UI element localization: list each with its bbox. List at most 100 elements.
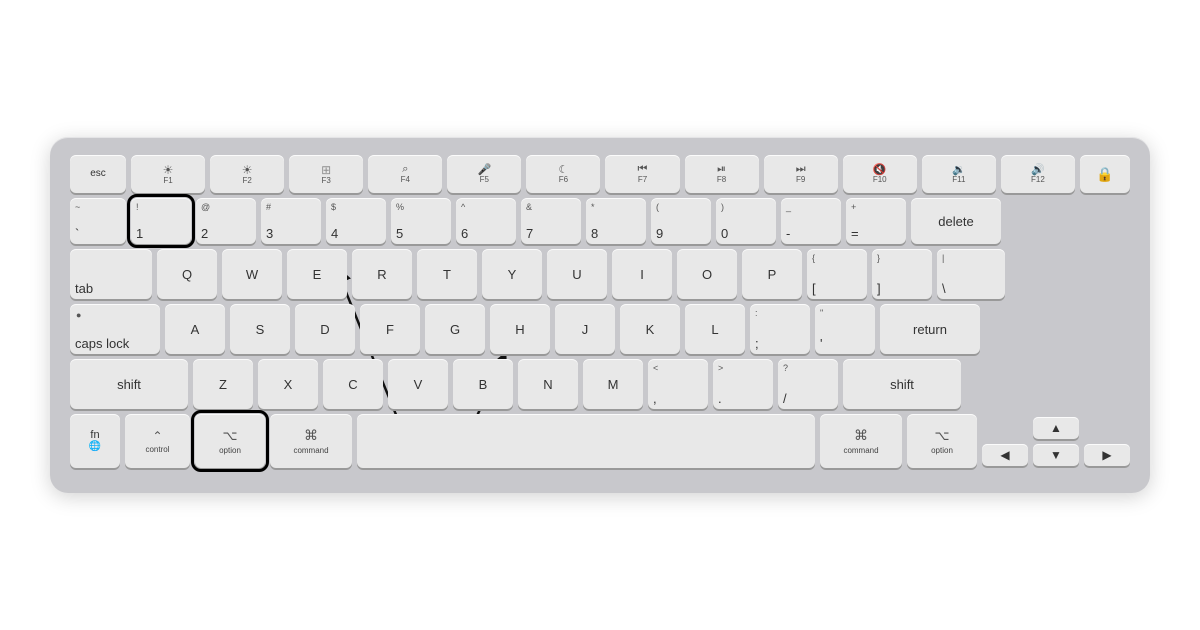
key-l[interactable]: L bbox=[685, 304, 745, 354]
key-j[interactable]: J bbox=[555, 304, 615, 354]
key-f4-label: F4 bbox=[401, 176, 410, 184]
key-lbracket[interactable]: { [ bbox=[807, 249, 867, 299]
key-fn[interactable]: fn 🌐 bbox=[70, 414, 120, 468]
key-delete[interactable]: delete bbox=[911, 198, 1001, 244]
key-f6[interactable]: ☾ F6 bbox=[526, 155, 600, 193]
key-slash[interactable]: ? / bbox=[778, 359, 838, 409]
key-p[interactable]: P bbox=[742, 249, 802, 299]
key-period[interactable]: > . bbox=[713, 359, 773, 409]
key-f10[interactable]: 🔇 F10 bbox=[843, 155, 917, 193]
key-rbracket-main: ] bbox=[877, 282, 881, 295]
key-f8[interactable]: ⏯ F8 bbox=[685, 155, 759, 193]
key-c[interactable]: C bbox=[323, 359, 383, 409]
key-d[interactable]: D bbox=[295, 304, 355, 354]
key-w[interactable]: W bbox=[222, 249, 282, 299]
key-minus[interactable]: _ - bbox=[781, 198, 841, 244]
key-k-label: K bbox=[646, 323, 655, 336]
key-q[interactable]: Q bbox=[157, 249, 217, 299]
key-tab[interactable]: tab bbox=[70, 249, 152, 299]
key-k[interactable]: K bbox=[620, 304, 680, 354]
key-a[interactable]: A bbox=[165, 304, 225, 354]
key-rbracket-top: } bbox=[877, 253, 880, 263]
key-2[interactable]: @ 2 bbox=[196, 198, 256, 244]
key-4[interactable]: $ 4 bbox=[326, 198, 386, 244]
key-8[interactable]: * 8 bbox=[586, 198, 646, 244]
key-arrow-right[interactable]: ▶ bbox=[1084, 444, 1130, 466]
key-h[interactable]: H bbox=[490, 304, 550, 354]
key-shift-left[interactable]: shift bbox=[70, 359, 188, 409]
key-f2[interactable]: ☀ F2 bbox=[210, 155, 284, 193]
key-h-label: H bbox=[515, 323, 524, 336]
key-5-top: % bbox=[396, 202, 404, 212]
key-7[interactable]: & 7 bbox=[521, 198, 581, 244]
key-spacebar[interactable] bbox=[357, 414, 815, 468]
key-1[interactable]: ! 1 bbox=[131, 198, 191, 244]
key-equals[interactable]: + = bbox=[846, 198, 906, 244]
key-semicolon[interactable]: : ; bbox=[750, 304, 810, 354]
key-delete-label: delete bbox=[938, 215, 973, 228]
key-shift-right[interactable]: shift bbox=[843, 359, 961, 409]
key-f4[interactable]: ⌕ F4 bbox=[368, 155, 442, 193]
key-option-right[interactable]: ⌥ option bbox=[907, 414, 977, 468]
key-command-right-icon: ⌘ bbox=[854, 427, 868, 444]
key-u-label: U bbox=[572, 268, 581, 281]
key-y[interactable]: Y bbox=[482, 249, 542, 299]
key-lock[interactable]: 🔒 bbox=[1080, 155, 1130, 193]
key-f[interactable]: F bbox=[360, 304, 420, 354]
key-period-main: . bbox=[718, 392, 722, 405]
key-3[interactable]: # 3 bbox=[261, 198, 321, 244]
key-i[interactable]: I bbox=[612, 249, 672, 299]
key-esc-label: esc bbox=[90, 169, 106, 179]
key-9[interactable]: ( 9 bbox=[651, 198, 711, 244]
key-comma[interactable]: < , bbox=[648, 359, 708, 409]
key-rbracket[interactable]: } ] bbox=[872, 249, 932, 299]
key-option-left[interactable]: ⌥ option bbox=[195, 414, 265, 468]
key-r-label: R bbox=[377, 268, 386, 281]
key-b[interactable]: B bbox=[453, 359, 513, 409]
key-m[interactable]: M bbox=[583, 359, 643, 409]
key-f8-label: F8 bbox=[717, 176, 726, 184]
key-f12-label: F12 bbox=[1031, 176, 1045, 184]
key-shift-right-label: shift bbox=[890, 378, 914, 391]
key-tilde-top: ~ bbox=[75, 202, 80, 212]
fn-row: esc ☀ F1 ☀ F2 ⊞ F3 ⌕ F4 🎤 F5 ☾ F6 ⏮ F7 bbox=[70, 155, 1130, 193]
key-command-right[interactable]: ⌘ command bbox=[820, 414, 902, 468]
key-z[interactable]: Z bbox=[193, 359, 253, 409]
key-5[interactable]: % 5 bbox=[391, 198, 451, 244]
key-arrow-left[interactable]: ◀ bbox=[982, 444, 1028, 466]
key-f3[interactable]: ⊞ F3 bbox=[289, 155, 363, 193]
key-g[interactable]: G bbox=[425, 304, 485, 354]
key-o[interactable]: O bbox=[677, 249, 737, 299]
key-command-left[interactable]: ⌘ command bbox=[270, 414, 352, 468]
key-f9[interactable]: ⏭ F9 bbox=[764, 155, 838, 193]
key-tilde[interactable]: ~ ` bbox=[70, 198, 126, 244]
key-n[interactable]: N bbox=[518, 359, 578, 409]
key-f-label: F bbox=[386, 323, 394, 336]
key-s[interactable]: S bbox=[230, 304, 290, 354]
key-r[interactable]: R bbox=[352, 249, 412, 299]
key-quote[interactable]: " ' bbox=[815, 304, 875, 354]
key-control[interactable]: ⌃ control bbox=[125, 414, 190, 468]
key-0[interactable]: ) 0 bbox=[716, 198, 776, 244]
keyboard: esc ☀ F1 ☀ F2 ⊞ F3 ⌕ F4 🎤 F5 ☾ F6 ⏮ F7 bbox=[50, 137, 1150, 493]
key-6[interactable]: ^ 6 bbox=[456, 198, 516, 244]
key-v[interactable]: V bbox=[388, 359, 448, 409]
key-f2-label: F2 bbox=[242, 177, 251, 185]
key-return[interactable]: return bbox=[880, 304, 980, 354]
key-f1[interactable]: ☀ F1 bbox=[131, 155, 205, 193]
key-t[interactable]: T bbox=[417, 249, 477, 299]
key-f7[interactable]: ⏮ F7 bbox=[605, 155, 679, 193]
key-e[interactable]: E bbox=[287, 249, 347, 299]
key-x[interactable]: X bbox=[258, 359, 318, 409]
key-esc[interactable]: esc bbox=[70, 155, 126, 193]
key-f5[interactable]: 🎤 F5 bbox=[447, 155, 521, 193]
key-t-label: T bbox=[443, 268, 451, 281]
key-arrow-up[interactable]: ▲ bbox=[1033, 417, 1079, 439]
key-backslash[interactable]: | \ bbox=[937, 249, 1005, 299]
key-u[interactable]: U bbox=[547, 249, 607, 299]
key-shift-left-label: shift bbox=[117, 378, 141, 391]
key-f11[interactable]: 🔉 F11 bbox=[922, 155, 996, 193]
key-capslock[interactable]: ● caps lock bbox=[70, 304, 160, 354]
key-f12[interactable]: 🔊 F12 bbox=[1001, 155, 1075, 193]
key-arrow-down[interactable]: ▼ bbox=[1033, 444, 1079, 466]
